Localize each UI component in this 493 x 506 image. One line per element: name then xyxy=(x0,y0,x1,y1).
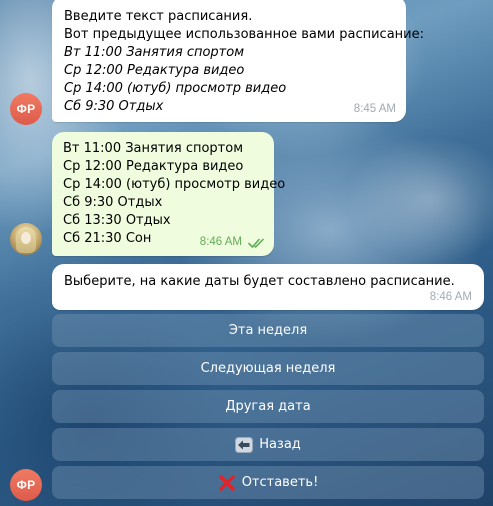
other-date-button[interactable]: Другая дата xyxy=(52,390,484,423)
button-label: Другая дата xyxy=(225,399,311,414)
user-avatar[interactable] xyxy=(10,223,42,255)
message-line: Ср 12:00 Редактура видео xyxy=(63,159,244,174)
back-button[interactable]: Назад xyxy=(52,428,484,461)
message-time: 8:46 AM xyxy=(429,291,472,303)
message-line: Ср 14:00 (ютуб) просмотр видео xyxy=(63,177,286,192)
next-week-button[interactable]: Следующая неделя xyxy=(52,352,484,385)
button-label: Следующая неделя xyxy=(200,361,336,376)
message-line-italic: Ср 12:00 Редактура видео xyxy=(64,63,245,78)
message-time: 8:45 AM xyxy=(353,103,396,115)
message-line-italic: Сб 9:30 Отдых xyxy=(64,99,164,114)
button-label: Отставеть! xyxy=(241,475,319,490)
message-time: 8:46 AM xyxy=(199,236,242,248)
message-line: Сб 9:30 Отдых xyxy=(63,195,163,210)
bot-message-schedule-prompt: Введите текст расписания. Вот предыдущее… xyxy=(52,0,425,122)
user-message-schedule: Вт 11:00 Занятия спортом Ср 12:00 Редакт… xyxy=(52,132,286,256)
bot-avatar[interactable]: ФР xyxy=(10,93,42,125)
message-line: Введите текст расписания. xyxy=(64,9,253,24)
this-week-button[interactable]: Эта неделя xyxy=(52,314,484,347)
avatar-initials: ФР xyxy=(16,478,36,492)
message-line: Сб 13:30 Отдых xyxy=(63,213,171,228)
bot-message-date-question: Выберите, на какие даты будет составлено… xyxy=(52,264,484,310)
message-line: Вт 11:00 Занятия спортом xyxy=(63,141,244,156)
cancel-button[interactable]: Отставеть! xyxy=(52,466,484,499)
bot-avatar[interactable]: ФР xyxy=(10,469,42,501)
message-line: Вот предыдущее использованное вами распи… xyxy=(64,27,425,42)
button-label: Назад xyxy=(259,437,301,452)
message-line-italic: Ср 14:00 (ютуб) просмотр видео xyxy=(64,81,287,96)
avatar-initials: ФР xyxy=(16,102,36,116)
message-line-italic: Вт 11:00 Занятия спортом xyxy=(64,45,245,60)
red-cross-icon xyxy=(218,474,236,492)
message-line: Выберите, на какие даты будет составлено… xyxy=(64,274,455,289)
button-label: Эта неделя xyxy=(228,323,308,338)
back-arrow-icon xyxy=(235,436,254,453)
avatar-face xyxy=(21,232,31,244)
read-checkmarks-icon xyxy=(248,238,264,248)
